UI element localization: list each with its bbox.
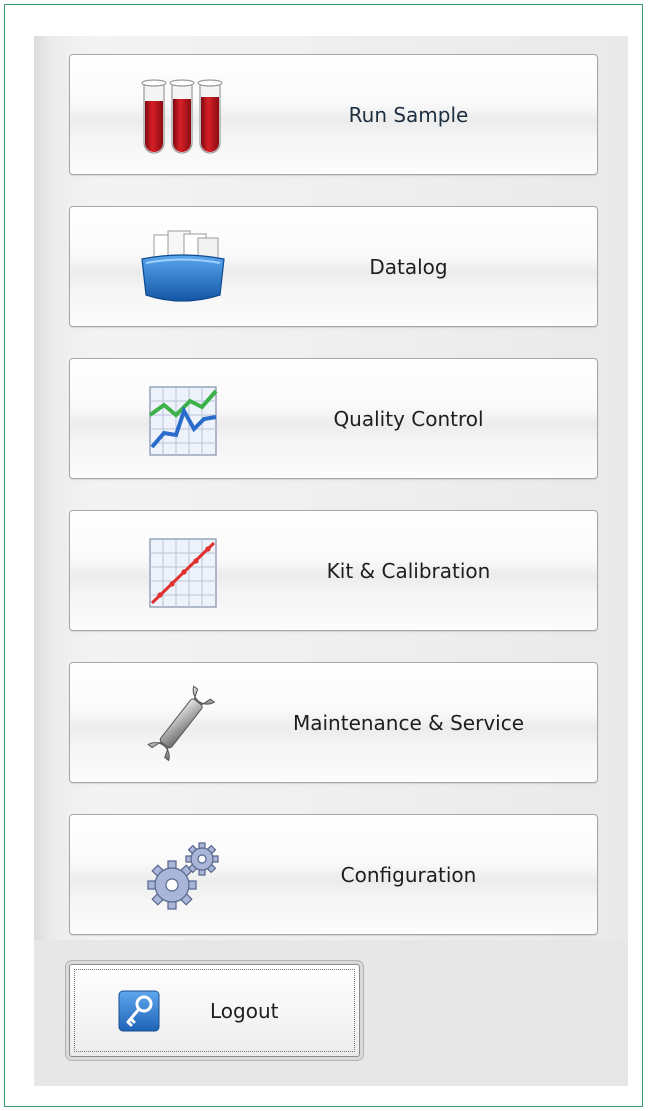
folder-files-icon <box>132 229 232 307</box>
calibration-chart-icon <box>132 533 232 611</box>
datalog-label: Datalog <box>369 254 448 279</box>
datalog-button[interactable]: Datalog <box>69 206 598 327</box>
test-tubes-icon <box>132 77 232 155</box>
maintenance-service-label: Maintenance & Service <box>292 710 525 735</box>
maintenance-service-button[interactable]: Maintenance & Service <box>69 662 598 783</box>
wrench-icon <box>132 685 232 763</box>
kit-calibration-button[interactable]: Kit & Calibration <box>69 510 598 631</box>
configuration-label: Configuration <box>340 862 477 887</box>
quality-control-label: Quality Control <box>333 406 484 431</box>
quality-control-button[interactable]: Quality Control <box>69 358 598 479</box>
key-icon <box>118 990 160 1032</box>
gears-icon <box>132 837 232 915</box>
logout-label: Logout <box>210 998 279 1023</box>
run-sample-label: Run Sample <box>348 102 469 127</box>
configuration-button[interactable]: Configuration <box>69 814 598 935</box>
logout-button[interactable]: Logout <box>69 964 360 1057</box>
qc-chart-icon <box>132 381 232 459</box>
run-sample-button[interactable]: Run Sample <box>69 54 598 175</box>
kit-calibration-label: Kit & Calibration <box>326 558 491 583</box>
